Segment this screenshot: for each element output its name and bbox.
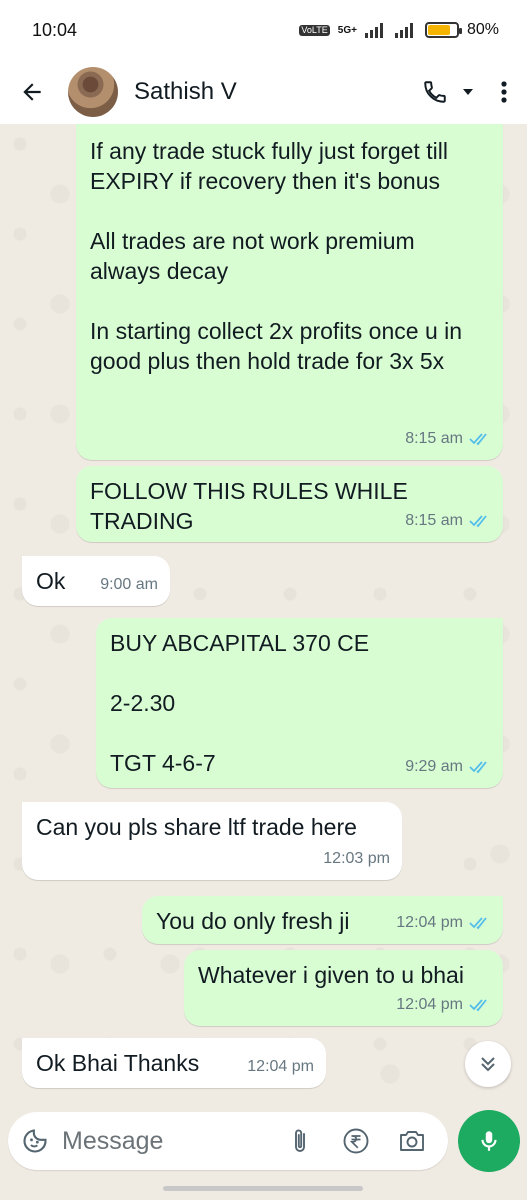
caret-down-icon [463, 89, 473, 95]
status-icons: VoLTE 5G+ 80% [299, 21, 499, 39]
attach-button[interactable] [272, 1112, 328, 1170]
message-time: 12:04 pm [247, 1058, 314, 1075]
double-check-icon [469, 515, 487, 528]
message-time: 9:00 am [100, 576, 158, 593]
chat-area[interactable]: If any trade stuck fully just forget til… [0, 124, 527, 1110]
double-check-icon [469, 761, 487, 774]
more-options-button[interactable] [481, 60, 527, 124]
message-time: 9:29 am [405, 758, 463, 775]
signal-icon [364, 23, 383, 38]
double-check-icon [469, 999, 487, 1012]
message-meta: 9:00 am [100, 570, 158, 600]
message-input[interactable] [62, 1121, 272, 1161]
mic-icon [481, 1131, 497, 1151]
double-check-icon [469, 433, 487, 446]
message-meta: 8:15 am [405, 424, 491, 454]
sticker-button[interactable] [8, 1112, 62, 1170]
mic-button[interactable] [458, 1110, 520, 1172]
message-bubble[interactable]: Ok 9:00 am [22, 556, 170, 606]
scroll-to-bottom-button[interactable] [465, 1041, 511, 1087]
message-meta: 9:29 am [405, 752, 491, 782]
network-type: 5G+ [337, 24, 357, 36]
camera-button[interactable] [384, 1112, 440, 1170]
battery-percent: 80% [466, 21, 499, 38]
more-vert-icon [501, 81, 507, 103]
status-time: 10:04 [32, 19, 78, 40]
signal-icon-2 [394, 23, 413, 38]
message-text: Can you pls share ltf trade here [36, 814, 357, 840]
call-button[interactable] [415, 60, 455, 124]
volte-icon: VoLTE [299, 24, 330, 36]
chat-header: Sathish V [0, 60, 527, 124]
message-meta: 12:04 pm [396, 908, 491, 938]
camera-icon [400, 1131, 424, 1151]
battery-icon [424, 22, 462, 38]
message-text: If any trade stuck fully just forget til… [90, 138, 463, 374]
message-meta: 12:04 pm [396, 990, 491, 1020]
message-bubble[interactable]: FOLLOW THIS RULES WHILE TRADING 8:15 am [76, 466, 503, 542]
rupee-icon [343, 1128, 369, 1154]
message-time: 12:04 pm [396, 914, 463, 931]
call-options-button[interactable] [455, 60, 481, 124]
home-indicator [163, 1186, 363, 1191]
arrow-left-icon [23, 83, 41, 101]
back-button[interactable] [0, 60, 64, 124]
double-chevron-down-icon [481, 1057, 495, 1072]
message-time: 12:04 pm [396, 996, 463, 1013]
phone-icon [424, 81, 446, 103]
double-check-icon [469, 917, 487, 930]
paperclip-icon [295, 1129, 305, 1152]
payment-button[interactable] [328, 1112, 384, 1170]
message-composer [8, 1112, 448, 1170]
message-time: 12:03 pm [323, 850, 390, 867]
message-meta: 12:03 pm [323, 844, 390, 874]
message-meta: 8:15 am [405, 506, 491, 536]
message-bubble[interactable]: BUY ABCAPITAL 370 CE 2-2.30 TGT 4-6-7 9:… [96, 618, 503, 788]
message-bubble[interactable]: You do only fresh ji 12:04 pm [142, 896, 503, 944]
message-time: 8:15 am [405, 512, 463, 529]
sticker-icon [23, 1129, 47, 1153]
message-text: Whatever i given to u bhai [198, 962, 464, 988]
message-meta: 12:04 pm [247, 1052, 314, 1082]
message-bubble[interactable]: If any trade stuck fully just forget til… [76, 124, 503, 460]
message-bubble[interactable]: Ok Bhai Thanks 12:04 pm [22, 1038, 326, 1088]
status-bar: 10:04 VoLTE 5G+ 80% [0, 0, 527, 60]
message-time: 8:15 am [405, 430, 463, 447]
contact-name[interactable]: Sathish V [134, 78, 415, 106]
message-bubble[interactable]: Whatever i given to u bhai 12:04 pm [184, 950, 503, 1026]
avatar[interactable] [68, 67, 118, 117]
message-bubble[interactable]: Can you pls share ltf trade here 12:03 p… [22, 802, 402, 880]
